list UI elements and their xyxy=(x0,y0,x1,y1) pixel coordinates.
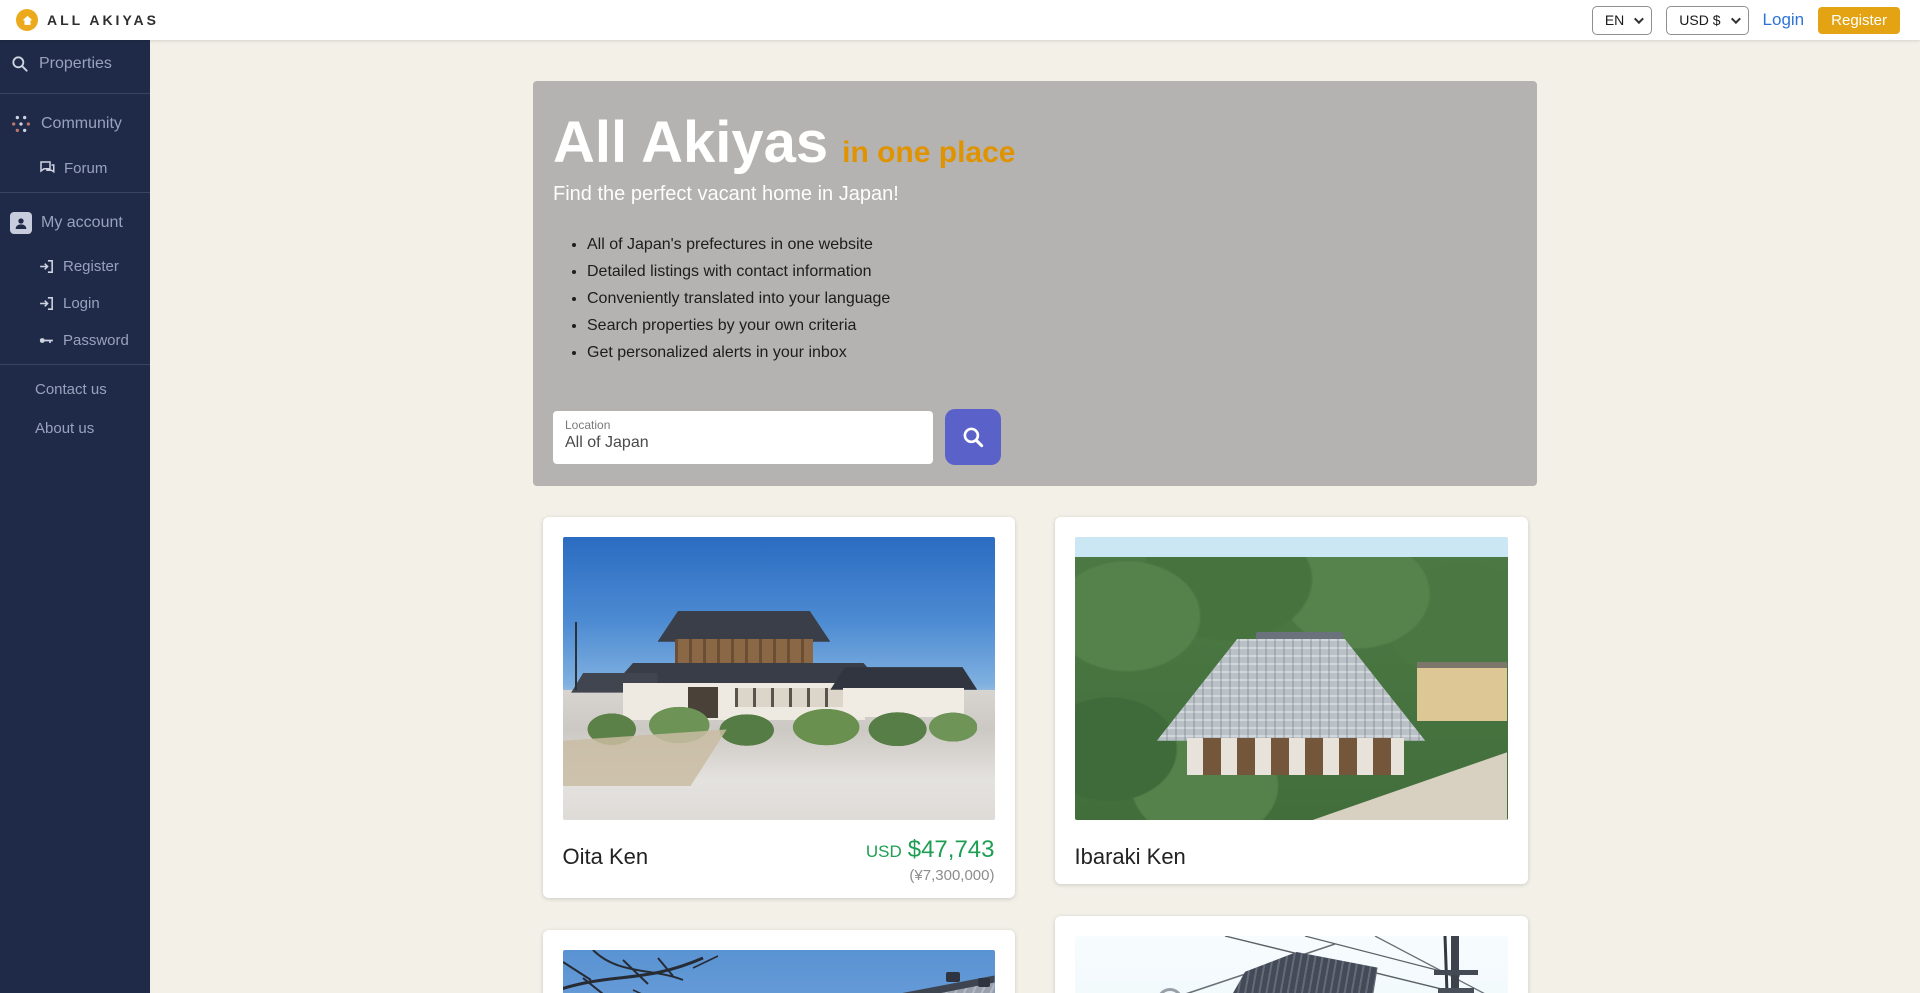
main-content: All Akiyas in one place Find the perfect … xyxy=(150,40,1920,993)
sidebar-item-label: Register xyxy=(63,258,119,275)
sidebar-item-label: About us xyxy=(35,420,94,437)
tree-branches xyxy=(563,950,995,993)
sidebar-item-contact-us[interactable]: Contact us xyxy=(0,370,150,409)
hero-banner: All Akiyas in one place Find the perfect … xyxy=(533,81,1537,486)
search-icon xyxy=(10,54,30,74)
sidebar-item-about-us[interactable]: About us xyxy=(0,409,150,448)
sidebar-item-forum[interactable]: Forum xyxy=(0,149,150,187)
page-title: All Akiyas in one place xyxy=(553,111,1517,175)
divider xyxy=(0,364,150,365)
sidebar-item-label: Password xyxy=(63,332,129,349)
listing-card-oita[interactable]: Oita Ken USD $47,743 (¥7,300,000) xyxy=(543,517,1015,898)
price-currency-label: USD xyxy=(866,842,902,861)
location-input[interactable] xyxy=(565,432,921,452)
register-icon xyxy=(38,258,55,275)
account-icon xyxy=(10,212,32,234)
brand-name: ALL AKIYAS xyxy=(47,12,159,28)
sidebar-item-label: Forum xyxy=(64,160,107,177)
listing-card[interactable] xyxy=(543,930,1015,993)
listing-photo xyxy=(563,537,995,820)
listing-location: Ibaraki Ken xyxy=(1075,844,1186,870)
sidebar-item-community[interactable]: Community xyxy=(0,99,150,149)
price-yen-value: (¥7,300,000) xyxy=(866,867,995,884)
location-label: Location xyxy=(565,418,921,432)
sidebar-item-label: My account xyxy=(41,214,123,232)
feature-item: Conveniently translated into your langua… xyxy=(587,288,1517,309)
sidebar-item-login[interactable]: Login xyxy=(0,285,150,322)
language-select[interactable]: EN xyxy=(1592,6,1652,35)
forum-icon xyxy=(38,159,56,177)
search-icon xyxy=(960,424,986,450)
location-field-container[interactable]: Location xyxy=(553,411,933,464)
password-icon xyxy=(38,332,55,349)
chevron-down-icon xyxy=(1730,14,1740,24)
header-controls: EN USD $ Login Register xyxy=(1592,6,1900,35)
listing-card-ibaraki[interactable]: Ibaraki Ken xyxy=(1055,517,1528,884)
sidebar-item-label: Login xyxy=(63,295,100,312)
listing-location: Oita Ken xyxy=(563,844,649,870)
listings-grid: Oita Ken USD $47,743 (¥7,300,000) xyxy=(543,517,1528,993)
listing-photo xyxy=(1075,936,1508,993)
login-icon xyxy=(38,295,55,312)
listing-photo xyxy=(563,950,995,993)
home-icon xyxy=(16,9,38,31)
listing-card[interactable] xyxy=(1055,916,1528,993)
brand-logo[interactable]: ALL AKIYAS xyxy=(16,9,159,31)
feature-item: Search properties by your own criteria xyxy=(587,315,1517,336)
search-bar: Location xyxy=(553,411,1001,465)
feature-item: All of Japan's prefectures in one websit… xyxy=(587,234,1517,255)
register-button[interactable]: Register xyxy=(1818,7,1900,34)
feature-list: All of Japan's prefectures in one websit… xyxy=(553,234,1517,363)
login-link[interactable]: Login xyxy=(1763,10,1805,30)
feature-item: Detailed listings with contact informati… xyxy=(587,261,1517,282)
community-icon xyxy=(10,113,32,135)
listing-price: USD $47,743 (¥7,300,000) xyxy=(866,836,995,884)
sidebar-item-password[interactable]: Password xyxy=(0,322,150,359)
currency-select[interactable]: USD $ xyxy=(1666,6,1748,35)
hero-subtitle: Find the perfect vacant home in Japan! xyxy=(553,183,1517,206)
sidebar-item-properties[interactable]: Properties xyxy=(0,40,150,88)
listing-photo xyxy=(1075,537,1508,820)
sidebar: Properties Community Forum My account Re… xyxy=(0,40,150,993)
divider xyxy=(0,93,150,94)
hero-title: All Akiyas xyxy=(553,110,828,175)
sidebar-item-label: Community xyxy=(41,115,122,133)
language-select-value: EN xyxy=(1605,12,1624,28)
feature-item: Get personalized alerts in your inbox xyxy=(587,342,1517,363)
price-usd-value: $47,743 xyxy=(908,836,995,863)
sidebar-item-label: Properties xyxy=(39,55,112,73)
sidebar-item-label: Contact us xyxy=(35,381,107,398)
sidebar-item-register[interactable]: Register xyxy=(0,248,150,285)
hero-title-accent: in one place xyxy=(842,136,1015,169)
chevron-down-icon xyxy=(1634,14,1644,24)
top-bar: ALL AKIYAS EN USD $ Login Register xyxy=(0,0,1920,40)
divider xyxy=(0,192,150,193)
sidebar-item-my-account[interactable]: My account xyxy=(0,198,150,248)
currency-select-value: USD $ xyxy=(1679,12,1720,28)
search-button[interactable] xyxy=(945,409,1001,465)
